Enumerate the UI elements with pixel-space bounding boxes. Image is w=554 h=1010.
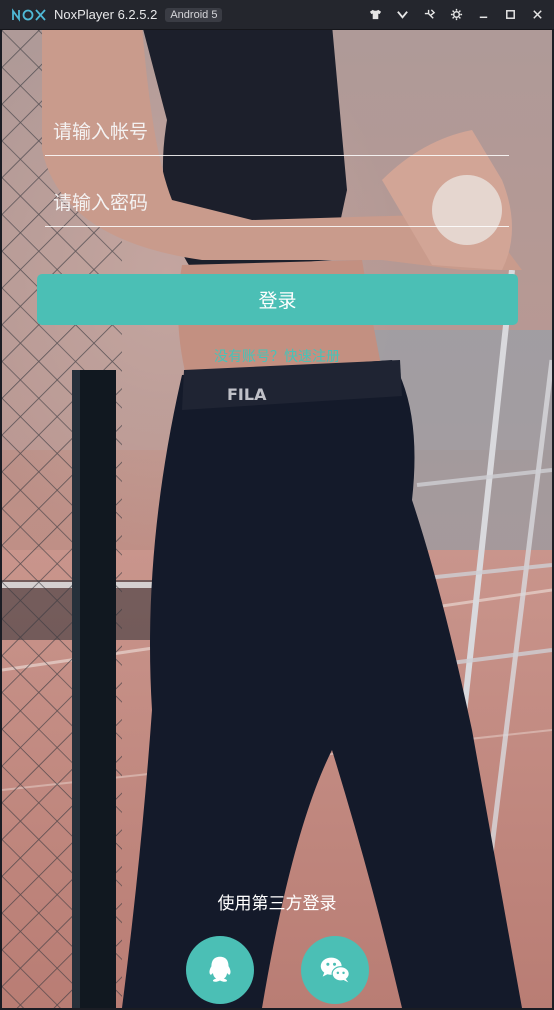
shirt-icon[interactable] bbox=[367, 6, 384, 23]
app-title: NoxPlayer 6.2.5.2 bbox=[54, 7, 158, 22]
close-icon[interactable] bbox=[529, 6, 546, 23]
password-input[interactable] bbox=[45, 191, 509, 214]
nox-logo bbox=[12, 6, 46, 24]
app-screen: FILA 登录 没有账号？快速注册 使用第三方登录 bbox=[2, 30, 552, 1008]
qq-login-button[interactable] bbox=[186, 936, 254, 1004]
qq-icon bbox=[209, 956, 231, 982]
third-party-login-label: 使用第三方登录 bbox=[217, 894, 337, 914]
minimize-icon[interactable] bbox=[475, 6, 492, 23]
account-input[interactable] bbox=[45, 120, 509, 143]
wechat-icon bbox=[320, 957, 350, 983]
emulator-titlebar: NoxPlayer 6.2.5.2 Android 5 bbox=[0, 0, 554, 30]
login-button[interactable]: 登录 bbox=[37, 274, 518, 325]
maximize-icon[interactable] bbox=[502, 6, 519, 23]
android-version-badge: Android 5 bbox=[165, 7, 223, 22]
chevron-down-icon[interactable] bbox=[394, 6, 411, 23]
account-field bbox=[45, 108, 509, 156]
svg-text:FILA: FILA bbox=[227, 385, 267, 404]
wechat-login-button[interactable] bbox=[301, 936, 369, 1004]
background-photo: FILA bbox=[2, 30, 552, 1008]
password-field bbox=[45, 179, 509, 227]
window-controls bbox=[367, 6, 546, 23]
register-link[interactable]: 没有账号？快速注册 bbox=[2, 346, 552, 366]
pin-icon[interactable] bbox=[421, 6, 438, 23]
gear-icon[interactable] bbox=[448, 6, 465, 23]
